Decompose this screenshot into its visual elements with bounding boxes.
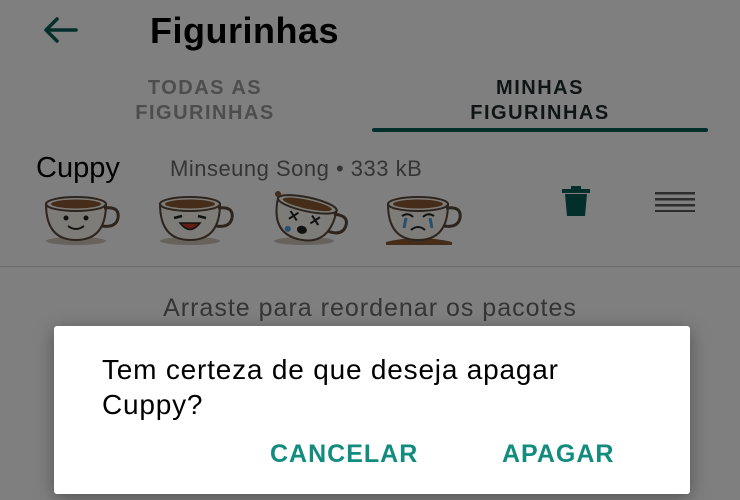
delete-button[interactable]: APAGAR	[502, 440, 614, 469]
delete-confirm-dialog: Tem certeza de que deseja apagar Cuppy? …	[54, 326, 690, 494]
cancel-button[interactable]: CANCELAR	[270, 440, 418, 469]
dialog-message: Tem certeza de que deseja apagar Cuppy?	[102, 354, 559, 420]
